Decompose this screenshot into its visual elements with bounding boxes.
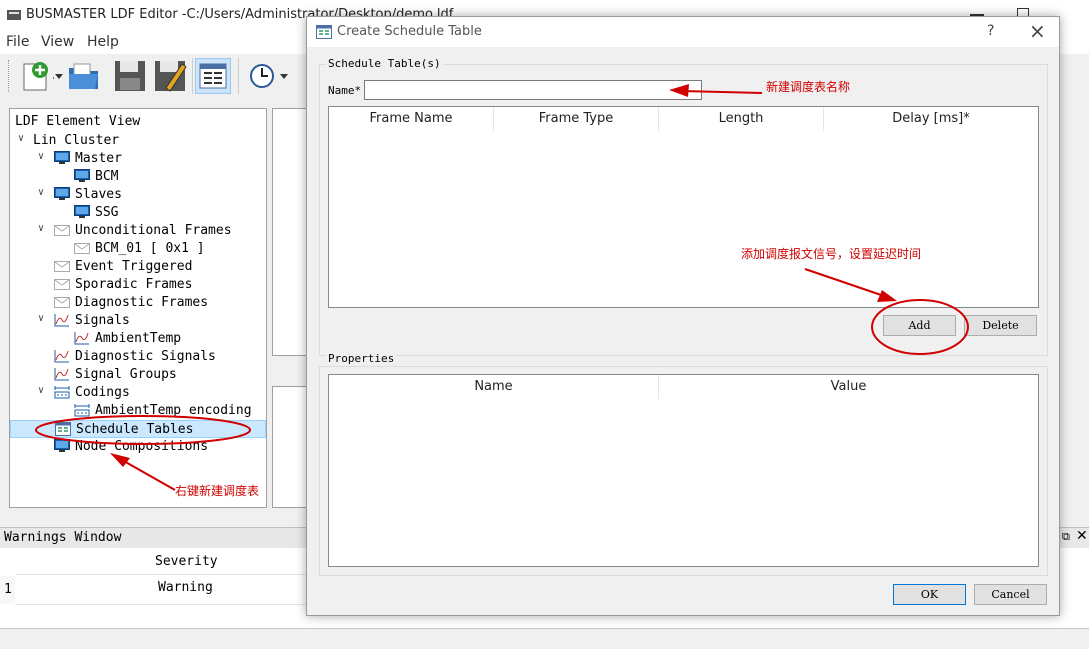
tree-item-label: Lin Cluster [33,133,120,148]
menu-view[interactable]: View [41,34,74,50]
signal-icon [54,349,70,363]
tree-item[interactable]: Diagnostic Signals [10,348,266,366]
tree-item[interactable]: Diagnostic Frames [10,294,266,312]
save-icon [115,61,145,91]
envelope-icon [54,223,70,237]
tree-item-label: Master [75,151,122,166]
monitor-icon [54,151,70,165]
monitor-icon [74,169,90,183]
tree-item[interactable]: BCM [10,168,266,186]
tree-item[interactable]: Signal Groups [10,366,266,384]
save-as-icon [155,61,187,92]
open-button[interactable] [66,58,102,94]
annotation-name-note: 新建调度表名称 [766,80,851,94]
envelope-icon [54,295,70,309]
expand-arrow-icon[interactable]: ∨ [35,187,47,201]
cancel-button[interactable]: Cancel [974,584,1047,605]
menu-file[interactable]: File [6,34,29,50]
tree-item[interactable]: AmbientTemp [10,330,266,348]
tree-item-label: Diagnostic Frames [75,295,209,310]
expand-arrow-icon[interactable]: ∨ [35,151,47,165]
tree-item-label: Event Triggered [75,259,193,274]
open-icon [69,63,98,89]
tree-item-label: BCM_01 [ 0x1 ] [95,241,205,256]
menu-help[interactable]: Help [87,34,119,50]
expand-arrow-icon[interactable]: ∨ [35,313,47,327]
expand-arrow-icon[interactable]: ∨ [35,223,47,237]
expand-arrow-icon[interactable]: ∨ [15,133,27,147]
tree-item-label: Signal Groups [75,367,177,382]
save-button[interactable] [112,58,148,94]
annotation-tree-note: 右键新建调度表 [175,484,260,498]
app-logo-icon [7,10,21,20]
expand-arrow-icon[interactable]: ∨ [35,385,47,399]
tree-item[interactable]: ∨ Master [10,150,266,168]
tree-header: LDF Element View [15,114,141,129]
coding-icon [54,385,70,399]
signal-icon [74,331,90,345]
column-name[interactable]: Name [329,375,659,399]
envelope-icon [74,241,90,255]
schedule-table-icon [199,63,227,89]
tree-item[interactable]: ∨ Unconditional Frames [10,222,266,240]
monitor-icon [54,187,70,201]
tree-item-label: Unconditional Frames [75,223,232,238]
save-as-button[interactable] [152,58,188,94]
tree-item[interactable]: Sporadic Frames [10,276,266,294]
tree-item-label: Codings [75,385,130,400]
tree-item[interactable]: ∨ Lin Cluster [10,132,266,150]
clock-icon [250,64,274,88]
tree-item[interactable]: ∨ Slaves [10,186,266,204]
annotation-arrows [669,84,969,355]
warning-row-index: 1 [4,582,12,597]
envelope-icon [54,259,70,273]
annotation-add-note: 添加调度报文信号，设置延迟时间 [741,247,922,261]
chevron-down-icon[interactable] [280,74,288,80]
tree-item-label: AmbientTemp [95,331,182,346]
tree-item[interactable]: Event Triggered [10,258,266,276]
tree-item-label: Slaves [75,187,122,202]
tree-item-label: Sporadic Frames [75,277,193,292]
column-value[interactable]: Value [659,375,1038,399]
envelope-icon [54,277,70,291]
new-icon [23,62,58,91]
schedule-table-button[interactable] [195,58,231,94]
tree-item[interactable]: BCM_01 [ 0x1 ] [10,240,266,258]
tree-item[interactable]: ∨ Signals [10,312,266,330]
signal-icon [54,367,70,381]
ok-button[interactable]: OK [893,584,966,605]
chevron-down-icon[interactable] [55,74,63,80]
float-icon[interactable]: ⧉ [1062,530,1070,544]
warnings-title: Warnings Window [4,530,122,545]
new-button[interactable] [18,58,58,94]
severity-column-header[interactable]: Severity [155,554,218,569]
tree-item-label: Signals [75,313,130,328]
tree-item-label: BCM [95,169,119,184]
warning-row-severity[interactable]: Warning [158,580,213,595]
signal-icon [54,313,70,327]
tree-item[interactable]: SSG [10,204,266,222]
status-bar [0,628,1089,649]
properties-grid: Name Value [328,374,1039,567]
close-icon[interactable]: ✕ [1076,528,1088,544]
tree-item-label: SSG [95,205,119,220]
clock-button[interactable] [244,58,280,94]
monitor-icon [74,205,90,219]
tree-item-label: Diagnostic Signals [75,349,216,364]
create-schedule-table-dialog: Create Schedule Table ? × Schedule Table… [306,16,1060,616]
